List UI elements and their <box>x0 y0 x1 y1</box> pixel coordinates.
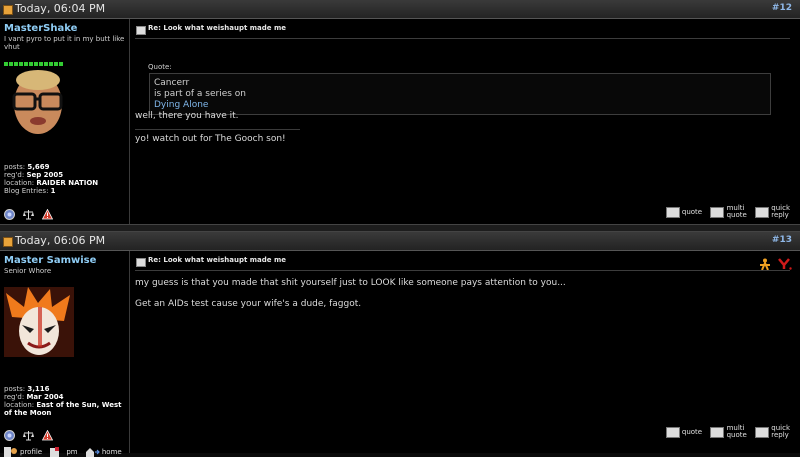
location: RAIDER NATION <box>36 179 99 187</box>
message-panel: Re: Look what weishaupt made me my guess… <box>131 251 800 453</box>
quote-line: Cancerr <box>154 78 190 88</box>
quick-reply-button[interactable]: quick reply <box>755 205 790 219</box>
post-separator <box>0 224 800 232</box>
quote-icon <box>665 206 680 218</box>
contact-icons <box>759 255 792 274</box>
status-icons <box>4 204 56 220</box>
multi-quote-icon <box>710 426 725 438</box>
post-count: 5,669 <box>27 163 50 171</box>
divider <box>135 38 790 39</box>
signature-divider <box>135 129 300 130</box>
reputation-bar <box>4 52 64 67</box>
post-icon <box>136 26 146 35</box>
quote-line: is part of a series on <box>154 89 247 99</box>
scales-icon[interactable] <box>23 209 35 220</box>
post-number-link[interactable]: #13 <box>772 235 792 245</box>
user-title: Senior Whore <box>4 267 52 275</box>
registration-date: Sep 2005 <box>26 171 64 179</box>
user-stats: posts: 5,669 reg'd: Sep 2005 location: R… <box>4 163 99 195</box>
post-date: Today, 06:06 PM <box>15 234 106 247</box>
user-info-panel: MasterShake I vant pyro to put it in my … <box>0 19 130 235</box>
pm-link[interactable]: pm <box>50 447 78 457</box>
quick-reply-icon <box>755 206 770 218</box>
post-count: 3,116 <box>27 385 50 393</box>
divider <box>135 270 790 271</box>
quote-button[interactable]: quote <box>665 426 702 438</box>
post-actions: quote multi quote quick reply <box>660 205 790 219</box>
signature: yo! watch out for The Gooch son! <box>135 134 286 144</box>
quick-reply-icon <box>755 426 770 438</box>
online-status-icon <box>4 430 15 441</box>
report-icon[interactable] <box>42 430 54 441</box>
multi-quote-button[interactable]: multi quote <box>710 425 747 439</box>
multi-quote-icon <box>710 206 725 218</box>
home-link[interactable]: home <box>85 447 122 457</box>
user-stats: posts: 3,116 reg'd: Mar 2004 location: E… <box>4 385 122 417</box>
doc-icon <box>3 5 13 15</box>
status-icons <box>4 425 56 441</box>
post-subject: Re: Look what weishaupt made me <box>148 24 287 32</box>
avatar <box>4 287 74 357</box>
username-link[interactable]: MasterShake <box>4 23 77 34</box>
pm-icon <box>50 447 60 457</box>
yahoo-icon[interactable] <box>778 258 792 270</box>
post-number-link[interactable]: #12 <box>772 3 792 13</box>
post-actions: quote multi quote quick reply <box>660 425 790 439</box>
aim-icon[interactable] <box>759 258 773 271</box>
blog-entries: 1 <box>50 187 56 195</box>
post-body: Get an AIDs test cause your wife's a dud… <box>135 299 362 309</box>
post-body: my guess is that you made that shit your… <box>135 278 566 288</box>
reputation-bar <box>4 277 64 292</box>
scales-icon[interactable] <box>23 430 35 441</box>
quote-link[interactable]: Dying Alone <box>154 100 770 111</box>
avatar <box>4 66 74 136</box>
home-icon <box>85 448 100 457</box>
quote-label: Quote: <box>148 63 172 71</box>
post-12: Today, 06:04 PM #12 MasterShake I vant p… <box>0 0 800 235</box>
online-status-icon <box>4 209 15 220</box>
post-header: Today, 06:04 PM #12 <box>0 0 800 19</box>
doc-icon <box>3 237 13 247</box>
registration-date: Mar 2004 <box>26 393 64 401</box>
user-links: profile pm home <box>4 447 128 457</box>
post-date: Today, 06:04 PM <box>15 2 106 15</box>
quote-box: Cancerr is part of a series on Dying Alo… <box>149 73 771 115</box>
post-header: Today, 06:06 PM #13 <box>0 232 800 251</box>
report-icon[interactable] <box>42 209 54 220</box>
post-subject: Re: Look what weishaupt made me <box>148 256 287 264</box>
user-info-panel: Master Samwise Senior Whore posts: 3,116… <box>0 251 130 457</box>
username-link[interactable]: Master Samwise <box>4 255 96 266</box>
quick-reply-button[interactable]: quick reply <box>755 425 790 439</box>
multi-quote-button[interactable]: multi quote <box>710 205 747 219</box>
profile-link[interactable]: profile <box>4 447 42 457</box>
profile-icon <box>4 447 17 457</box>
quote-icon <box>665 426 680 438</box>
quote-button[interactable]: quote <box>665 206 702 218</box>
user-title: I vant pyro to put it in my butt like vh… <box>4 35 125 51</box>
message-panel: Re: Look what weishaupt made me Quote: C… <box>131 19 800 224</box>
post-icon <box>136 258 146 267</box>
post-13: Today, 06:06 PM #13 Master Samwise Senio… <box>0 232 800 457</box>
post-body: well, there you have it. <box>135 111 239 121</box>
